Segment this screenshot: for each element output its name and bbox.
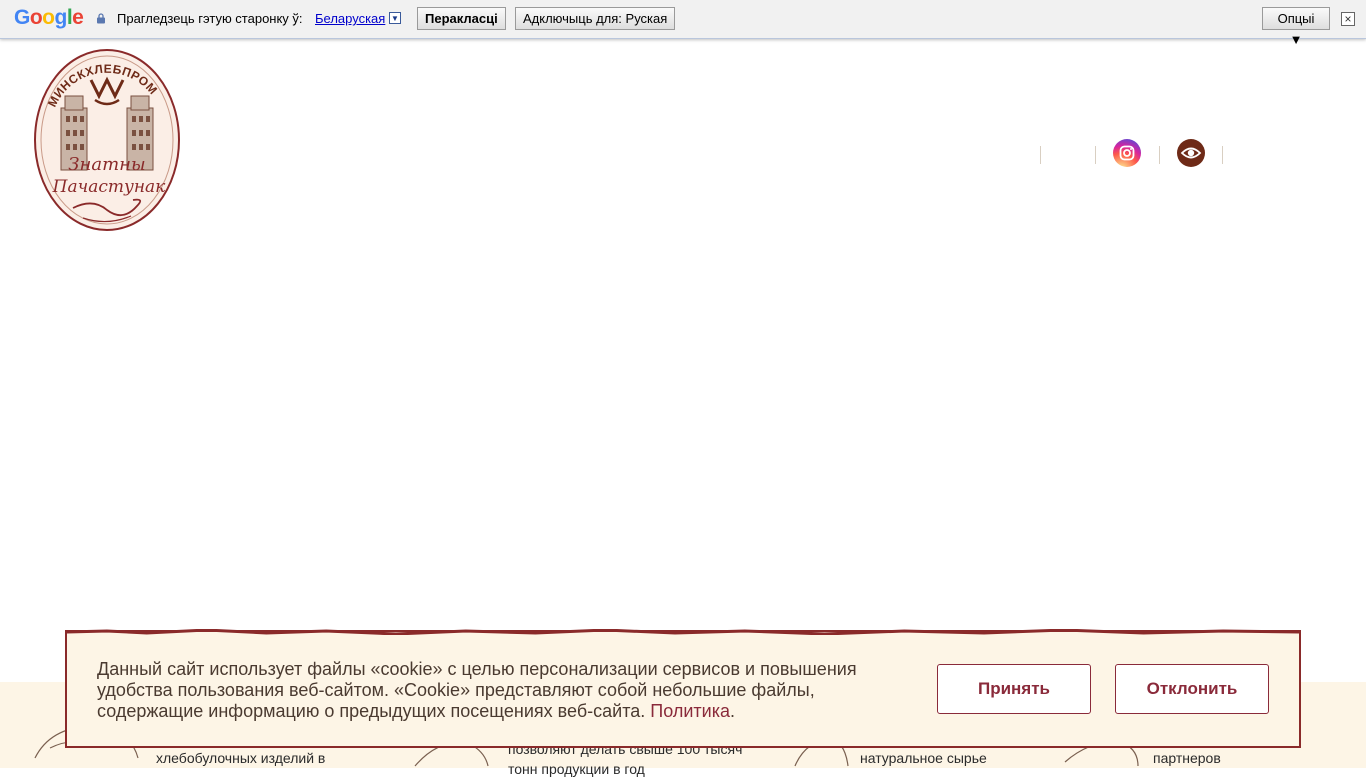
accept-button[interactable]: Принять [937,664,1091,714]
lock-icon [97,13,105,24]
feature-3: натуральное сырье [860,750,987,766]
feature-4: партнеров [1153,750,1221,766]
divider [1040,146,1041,164]
site-logo[interactable]: МИНСКХЛЕБПРОМ Знатны Пачастунак [33,48,181,234]
cookie-period: . [729,701,735,721]
language-dropdown-icon[interactable]: ▼ [389,12,401,24]
google-logo: Google [14,6,84,29]
translate-prompt: Прагледзець гэтую старонку ў: [117,11,303,26]
language-link[interactable]: Беларуская [315,11,385,26]
decline-button[interactable]: Отклонить [1115,664,1269,714]
eye-icon[interactable] [1177,139,1205,167]
disable-translate-button[interactable]: Адключыць для: Руская [515,7,676,30]
translate-button[interactable]: Перакласці [417,7,506,30]
logo-script-line2: Пачастунак [52,177,167,197]
divider [1095,146,1096,164]
cookie-banner: Данный сайт использует файлы «cookie» с … [65,629,1301,748]
divider [1159,146,1160,164]
feature-1: хлебобулочных изделий в [156,750,326,766]
torn-edge-decoration [67,629,1299,635]
cookie-text: Данный сайт использует файлы «cookie» с … [97,659,857,721]
close-icon[interactable]: × [1341,12,1355,26]
cookie-message: Данный сайт использует файлы «cookie» с … [97,659,917,722]
translate-bar: Google Прагледзець гэтую старонку ў: Бел… [0,0,1366,47]
policy-link[interactable]: Политика [650,701,730,721]
options-button[interactable]: Опцыі ▼ [1262,7,1330,47]
logo-script-line1: Знатны [68,154,145,175]
divider [1222,146,1223,164]
feature-2-line2: тонн продукции в год [508,761,645,777]
instagram-icon[interactable] [1113,139,1141,167]
